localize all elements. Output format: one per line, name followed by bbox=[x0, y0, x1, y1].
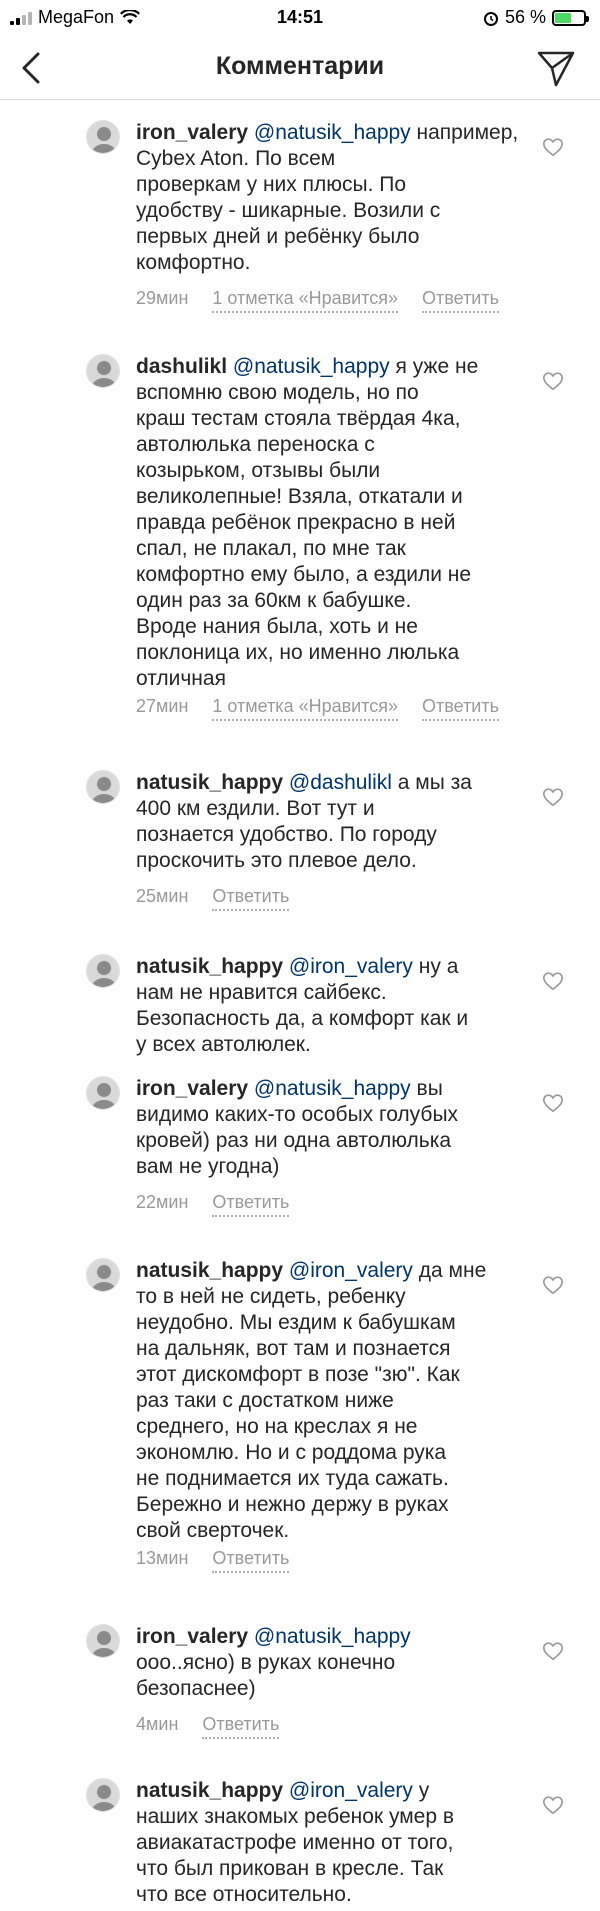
comment-meta: 22мин Ответить bbox=[136, 1192, 290, 1217]
comment-text: natusik_happy @iron_valery да мне то в н… bbox=[136, 1258, 536, 1544]
avatar-image bbox=[87, 771, 119, 803]
comment-time: 22мин bbox=[136, 1192, 189, 1212]
status-bar: MegaFon 14:51 56 % bbox=[0, 0, 600, 36]
avatar-image bbox=[87, 955, 119, 987]
comment-mention[interactable]: @natusik_happy bbox=[254, 1077, 411, 1100]
comment-meta: 4мин Ответить bbox=[136, 1714, 280, 1739]
battery-icon bbox=[552, 9, 589, 26]
comment-username[interactable]: iron_valery bbox=[136, 1625, 248, 1648]
comment-meta: 27мин 1 отметка «Нравится» Ответить bbox=[136, 696, 499, 721]
avatar-image bbox=[87, 121, 119, 153]
comment-text: dashulikl @natusik_happy я уже не вспомн… bbox=[136, 354, 536, 692]
avatar[interactable] bbox=[86, 1624, 120, 1658]
avatar-image bbox=[87, 355, 119, 387]
heart-outline-icon[interactable] bbox=[542, 136, 564, 158]
comment-mention[interactable]: @natusik_happy bbox=[254, 121, 411, 144]
likes-count-link[interactable]: 1 отметка «Нравится» bbox=[212, 288, 399, 313]
comment-username[interactable]: dashulikl bbox=[136, 355, 227, 378]
avatar[interactable] bbox=[86, 1076, 120, 1110]
navigation-bar: Комментарии bbox=[0, 36, 600, 100]
comment-text: natusik_happy @iron_valery у наших знако… bbox=[136, 1778, 536, 1908]
comment-username[interactable]: natusik_happy bbox=[136, 1259, 283, 1282]
comment-time: 4мин bbox=[136, 1714, 179, 1734]
avatar[interactable] bbox=[86, 954, 120, 988]
reply-button[interactable]: Ответить bbox=[212, 886, 290, 911]
comment-meta: 29мин 1 отметка «Нравится» Ответить bbox=[136, 288, 499, 313]
comment-body: я уже не вспомню свою модель, но по краш… bbox=[136, 355, 479, 690]
avatar-image bbox=[87, 1077, 119, 1109]
comment-username[interactable]: natusik_happy bbox=[136, 955, 283, 978]
avatar[interactable] bbox=[86, 120, 120, 154]
avatar[interactable] bbox=[86, 770, 120, 804]
comment-text: natusik_happy @dashulikl а мы за 400 км … bbox=[136, 770, 536, 874]
comment-username[interactable]: iron_valery bbox=[136, 1077, 248, 1100]
comment-mention[interactable]: @iron_valery bbox=[289, 1779, 413, 1802]
heart-outline-icon[interactable] bbox=[542, 970, 564, 992]
avatar-image bbox=[87, 1259, 119, 1291]
comment-mention[interactable]: @natusik_happy bbox=[254, 1625, 411, 1648]
comment-text: iron_valery @natusik_happy вы видимо как… bbox=[136, 1076, 536, 1180]
paper-plane-icon[interactable] bbox=[536, 48, 576, 88]
comment-meta: 13мин Ответить bbox=[136, 1548, 290, 1573]
reply-button[interactable]: Ответить bbox=[422, 696, 499, 721]
reply-button[interactable]: Ответить bbox=[422, 288, 499, 313]
comment-mention[interactable]: @iron_valery bbox=[289, 955, 413, 978]
reply-button[interactable]: Ответить bbox=[212, 1548, 290, 1573]
comment-mention[interactable]: @iron_valery bbox=[289, 1259, 413, 1282]
reply-button[interactable]: Ответить bbox=[202, 1714, 280, 1739]
comment-text: iron_valery @natusik_happy ооо..ясно) в … bbox=[136, 1624, 536, 1702]
comment-mention[interactable]: @dashulikl bbox=[289, 771, 392, 794]
avatar[interactable] bbox=[86, 1258, 120, 1292]
comment-time: 25мин bbox=[136, 886, 189, 906]
comment-meta: 25мин Ответить bbox=[136, 886, 290, 911]
reply-button[interactable]: Ответить bbox=[212, 1192, 290, 1217]
avatar-image bbox=[87, 1779, 119, 1811]
likes-count-link[interactable]: 1 отметка «Нравится» bbox=[212, 696, 399, 721]
comment-username[interactable]: natusik_happy bbox=[136, 1779, 283, 1802]
comment-username[interactable]: iron_valery bbox=[136, 121, 248, 144]
alarm-icon bbox=[483, 11, 498, 26]
avatar[interactable] bbox=[86, 1778, 120, 1812]
heart-outline-icon[interactable] bbox=[542, 370, 564, 392]
status-right: 56 % bbox=[483, 7, 589, 28]
avatar-image bbox=[87, 1625, 119, 1657]
page-title: Комментарии bbox=[215, 52, 385, 80]
comment-time: 13мин bbox=[136, 1548, 189, 1568]
comment-mention[interactable]: @natusik_happy bbox=[233, 355, 390, 378]
heart-outline-icon[interactable] bbox=[542, 1640, 564, 1662]
comment-username[interactable]: natusik_happy bbox=[136, 771, 283, 794]
comment-text: iron_valery @natusik_happy например, Cyb… bbox=[136, 120, 536, 276]
comment-body: да мне то в ней не сидеть, ребенку неудо… bbox=[136, 1259, 487, 1542]
comment-text: natusik_happy @iron_valery ну а нам не н… bbox=[136, 954, 536, 1058]
heart-outline-icon[interactable] bbox=[542, 1794, 564, 1816]
comment-time: 29мин bbox=[136, 288, 189, 308]
heart-outline-icon[interactable] bbox=[542, 1274, 564, 1296]
heart-outline-icon[interactable] bbox=[542, 1092, 564, 1114]
heart-outline-icon[interactable] bbox=[542, 786, 564, 808]
comment-time: 27мин bbox=[136, 696, 189, 716]
avatar[interactable] bbox=[86, 354, 120, 388]
battery-percent: 56 % bbox=[504, 7, 546, 27]
comment-body: ооо..ясно) в руках конечно безопаснее) bbox=[136, 1651, 396, 1700]
